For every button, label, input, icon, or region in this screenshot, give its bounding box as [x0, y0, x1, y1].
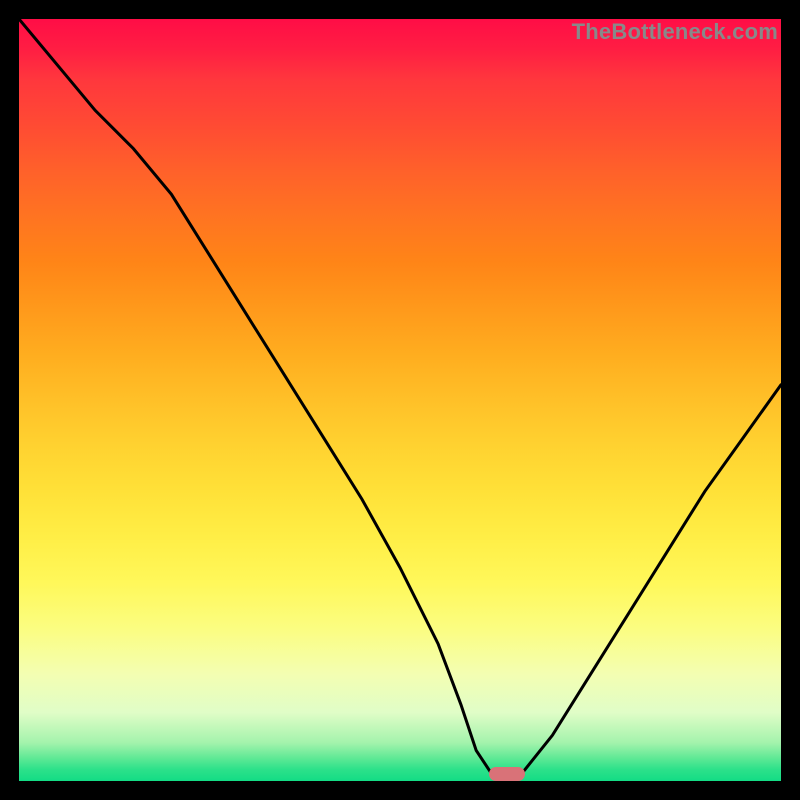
optimal-marker — [489, 767, 525, 781]
chart-frame: TheBottleneck.com — [0, 0, 800, 800]
plot-area: TheBottleneck.com — [19, 19, 781, 781]
bottleneck-curve — [19, 19, 781, 781]
